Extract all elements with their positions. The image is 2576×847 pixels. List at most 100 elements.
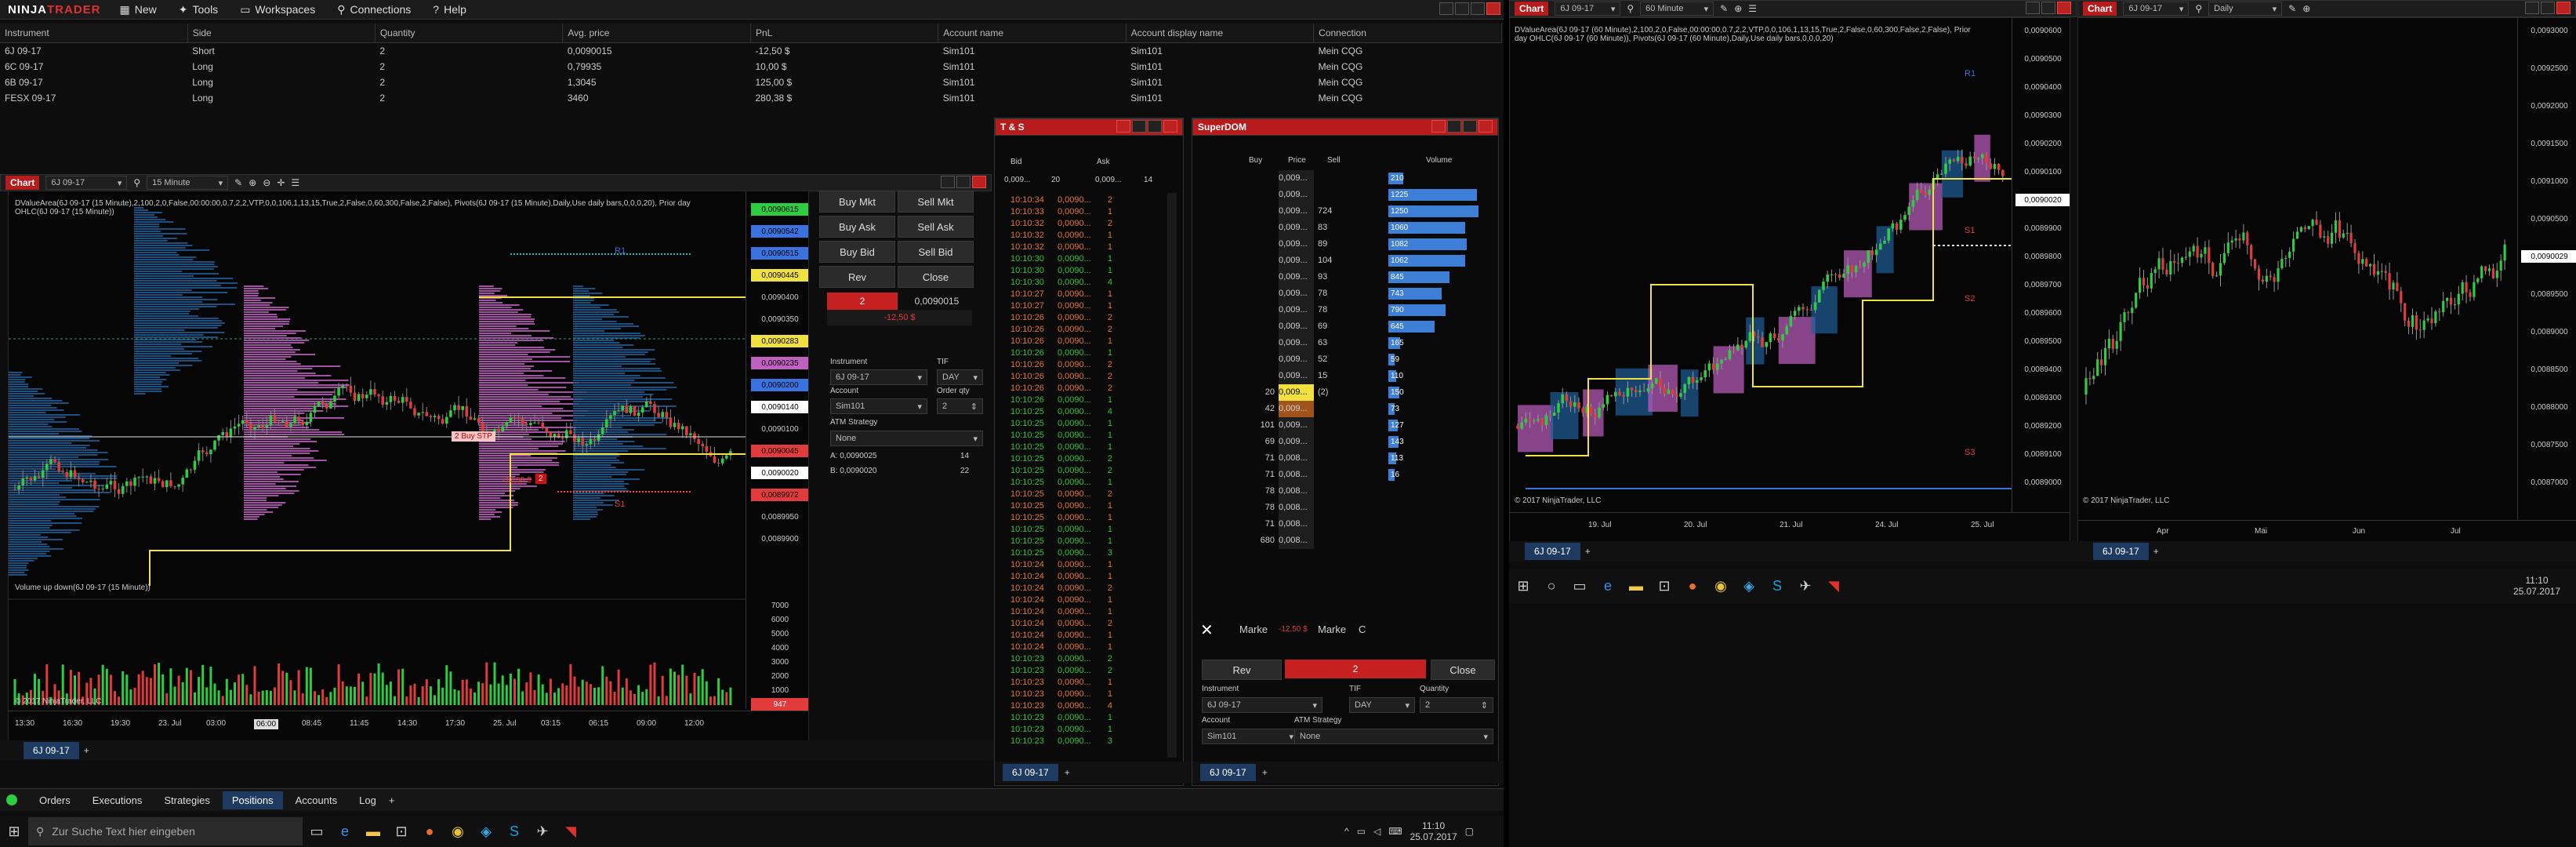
properties-icon[interactable]: ☰ (291, 177, 299, 188)
dom-rev-button[interactable]: Rev (1202, 660, 1282, 680)
search-icon[interactable]: ⚲ (2195, 3, 2202, 14)
dom-row[interactable]: 0,009... 93 845 (1239, 269, 1490, 285)
minimize-button[interactable] (2525, 1, 2539, 14)
dom-sell-cell[interactable]: 78 (1314, 285, 1349, 302)
task-view-icon[interactable]: ▭ (303, 817, 331, 845)
col-side[interactable]: Side (187, 24, 376, 43)
dom-buy-cell[interactable] (1239, 269, 1279, 285)
close-button[interactable] (1163, 119, 1177, 133)
dom-row[interactable]: 0,009... 89 1082 (1239, 236, 1490, 253)
close-position-button[interactable]: Close (898, 266, 974, 288)
explorer-icon[interactable]: ▬ (1622, 572, 1650, 600)
dom-row[interactable]: 78 0,008... (1239, 483, 1490, 500)
add-tab-icon[interactable]: + (1065, 767, 1070, 778)
chart2-tab[interactable]: 6J 09-17 (1525, 543, 1580, 560)
dom-atm-select[interactable]: None ▾ (1294, 729, 1493, 744)
col-instrument[interactable]: Instrument (0, 24, 188, 43)
dom-row[interactable]: 101 0,009... 127 (1239, 417, 1490, 434)
dom-market-right[interactable]: Marke (1318, 623, 1346, 635)
chart3-instrument-select[interactable]: 6J 09-17 ▾ (2123, 2, 2190, 16)
dom-row[interactable]: 0,009... 69 645 (1239, 318, 1490, 335)
taskbar-search-input[interactable]: ⚲ Zur Suche Text hier eingeben (28, 817, 303, 845)
store-icon[interactable]: ⊡ (387, 817, 415, 845)
dom-instrument-select[interactable]: 6J 09-17 ▾ (1202, 697, 1322, 713)
dom-account-select[interactable]: Sim101 ▾ (1202, 729, 1299, 744)
dom-buy-cell[interactable]: 680 (1239, 533, 1279, 549)
dom-sell-cell[interactable]: 93 (1314, 269, 1349, 285)
dom-sell-cell[interactable] (1314, 170, 1349, 187)
chart2-instrument-select[interactable]: 6J 09-17 ▾ (1555, 2, 1621, 16)
buy-ask-button[interactable]: Buy Ask (819, 216, 895, 238)
dom-row[interactable]: 0,009... 63 165 (1239, 335, 1490, 351)
dom-row[interactable]: 0,009... 78 743 (1239, 285, 1490, 302)
close-icon[interactable]: ✕ (1200, 620, 1214, 640)
dom-buy-cell[interactable] (1239, 187, 1279, 203)
chart3-tab[interactable]: 6J 09-17 (2093, 543, 2149, 560)
chart1-time-axis[interactable]: 13:30 16:30 19:30 23. Jul 03:00 06:00 08:45 11:… (9, 711, 808, 740)
zoom-in-icon[interactable]: ⊕ (2302, 3, 2310, 14)
close-button[interactable] (2057, 1, 2071, 14)
atm-select[interactable]: None ▾ (830, 431, 983, 446)
dom-sell-cell[interactable] (1314, 417, 1349, 434)
dom-row[interactable]: 0,009... 52 59 (1239, 351, 1490, 368)
chart1-area[interactable]: DValueArea(6J 09-17 (15 Minute),2,100,2,… (8, 191, 809, 741)
maximize-button[interactable] (2041, 1, 2055, 14)
ts-list[interactable]: 10:10:34 0,0090... 2 10:10:33 0,0090... 1 10:1… (995, 193, 1167, 758)
chrome-icon[interactable]: ◉ (1707, 572, 1735, 600)
firefox-icon[interactable]: ● (415, 817, 444, 845)
zoom-out-icon[interactable]: ⊖ (263, 177, 270, 188)
properties-icon[interactable]: ☰ (1748, 3, 1757, 14)
chart3-area[interactable]: © 2017 NinjaTrader, LLC 0,0093000 0,00925… (2077, 17, 2576, 543)
menu-tools[interactable]: ✦ Tools (168, 3, 229, 16)
order-qty-stepper[interactable]: 2 ⇕ (937, 398, 983, 414)
dom-sell-cell[interactable] (1314, 401, 1349, 417)
dom-row[interactable]: 71 0,008... 113 (1239, 450, 1490, 467)
dom-sell-cell[interactable]: 69 (1314, 318, 1349, 335)
volume-icon[interactable]: ◁ (1373, 826, 1381, 837)
dom-sell-cell[interactable]: 83 (1314, 220, 1349, 236)
zoom-in-icon[interactable]: ⊕ (1734, 3, 1742, 14)
skype-icon[interactable]: S (500, 817, 528, 845)
tab-strategies[interactable]: Strategies (154, 791, 220, 809)
windows-start-icon[interactable]: ⊞ (1509, 572, 1537, 600)
menu-workspaces[interactable]: ▭ Workspaces (229, 3, 326, 16)
minimize-button[interactable] (956, 175, 971, 188)
maximize-button[interactable] (1471, 2, 1485, 15)
draw-tool-icon[interactable]: ✎ (234, 177, 242, 188)
explorer-icon[interactable]: ▬ (359, 817, 387, 845)
sell-bid-button[interactable]: Sell Bid (898, 241, 974, 263)
dom-sell-cell[interactable]: 15 (1314, 368, 1349, 384)
dom-row[interactable]: 42 0,009... 73 (1239, 401, 1490, 417)
search-icon[interactable]: ⚲ (1627, 3, 1634, 14)
dom-sell-cell[interactable] (1314, 434, 1349, 450)
table-row[interactable]: 6C 09-17 Long 2 0,79935 10,00 $ Sim101 Sim101 M… (0, 59, 1502, 75)
ninjatrader-taskbar-icon[interactable]: ◥ (557, 817, 585, 845)
dom-row[interactable]: 0,009... 724 1250 (1239, 203, 1490, 220)
dom-row[interactable]: 20 0,009... (2) 150 (1239, 384, 1490, 401)
instrument-select[interactable]: 6J 09-17 ▾ (830, 369, 927, 385)
dom-buy-cell[interactable] (1239, 368, 1279, 384)
dom-sell-cell[interactable]: 104 (1314, 253, 1349, 269)
dom-row[interactable]: 0,009... 210 (1239, 170, 1490, 187)
chevron-up-icon[interactable]: ^ (1344, 826, 1349, 837)
col-connection[interactable]: Connection (1313, 24, 1502, 43)
dom-buy-cell[interactable]: 69 (1239, 434, 1279, 450)
zoom-in-icon[interactable]: ⊕ (249, 177, 256, 188)
dom-row[interactable]: 0,009... 15 110 (1239, 368, 1490, 384)
dom-sell-cell[interactable]: (2) (1314, 384, 1349, 401)
maximize-button[interactable] (1148, 119, 1162, 133)
minimize-button[interactable] (1447, 119, 1461, 133)
dom-sell-cell[interactable]: 89 (1314, 236, 1349, 253)
dom-ladder[interactable]: 0,009... 210 0,009... 1225 0,009... 724 1250 0,… (1239, 170, 1490, 549)
tif-select[interactable]: DAY ▾ (937, 369, 983, 385)
dom-buy-cell[interactable] (1239, 351, 1279, 368)
draw-tool-icon[interactable]: ✎ (1720, 3, 1728, 14)
network-icon[interactable]: ▭ (1357, 826, 1366, 837)
table-row[interactable]: 6B 09-17 Long 2 1,3045 125,00 $ Sim101 Sim101 M… (0, 75, 1502, 90)
dom-buy-cell[interactable] (1239, 302, 1279, 318)
crosshair-icon[interactable]: ✛ (277, 177, 285, 188)
dom-tab[interactable]: 6J 09-17 (1200, 764, 1256, 781)
add-tab-icon[interactable]: + (389, 794, 395, 806)
buy-mkt-button[interactable]: Buy Mkt (819, 191, 895, 213)
chart2-area[interactable]: DValueArea(6J 09-17 (60 Minute),2,100,2,… (1509, 17, 2070, 543)
